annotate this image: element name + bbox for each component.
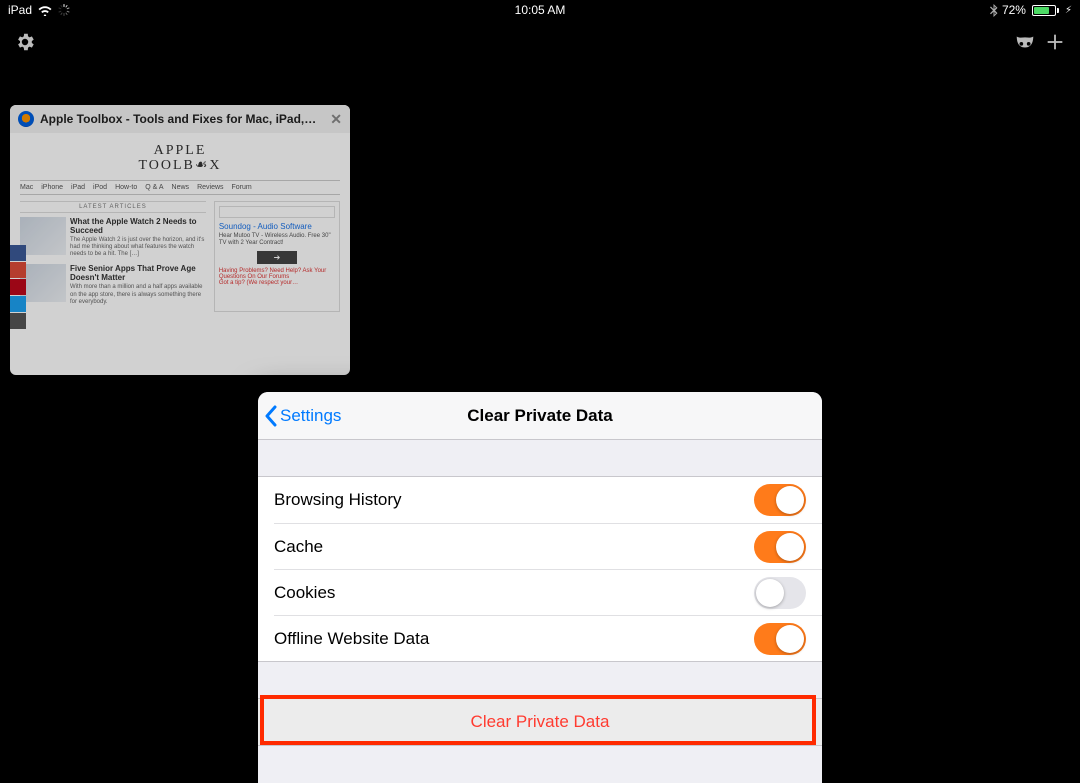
- social-share-strip: [10, 245, 26, 330]
- action-group: Clear Private Data: [258, 698, 822, 746]
- favicon-icon: [18, 111, 34, 127]
- sidebar-ad: Soundog - Audio Software Hear Mutoo TV -…: [214, 201, 340, 312]
- device-label: iPad: [8, 3, 32, 17]
- status-bar: iPad 10:05 AM 72% ⚡︎: [0, 0, 1080, 20]
- tab-header: Apple Toolbox - Tools and Fixes for Mac,…: [10, 105, 350, 133]
- clear-private-data-button[interactable]: Clear Private Data: [258, 699, 822, 745]
- wifi-icon: [38, 5, 52, 16]
- close-tab-button[interactable]: ✕: [330, 111, 342, 128]
- article-item: What the Apple Watch 2 Needs to SucceedT…: [20, 217, 206, 259]
- modal-nav-bar: Settings Clear Private Data: [258, 392, 822, 440]
- bluetooth-icon: [990, 4, 998, 17]
- private-mask-button[interactable]: [1010, 27, 1040, 57]
- latest-heading: LATEST ARTICLES: [20, 201, 206, 213]
- settings-gear-button[interactable]: [10, 27, 40, 57]
- back-label: Settings: [280, 406, 341, 426]
- toggle-offline-data[interactable]: [754, 623, 806, 655]
- battery-icon: [1030, 5, 1059, 16]
- tab-thumbnail[interactable]: Apple Toolbox - Tools and Fixes for Mac,…: [10, 105, 350, 375]
- new-tab-button[interactable]: [1040, 27, 1070, 57]
- row-offline-data: Offline Website Data: [274, 615, 822, 661]
- tab-title: Apple Toolbox - Tools and Fixes for Mac,…: [40, 112, 324, 126]
- clear-private-data-modal: Settings Clear Private Data Browsing His…: [258, 392, 822, 783]
- toggle-cookies[interactable]: [754, 577, 806, 609]
- tab-preview: APPLE TOOLB☙X MaciPhoneiPadiPodHow-toQ &…: [10, 133, 350, 318]
- browser-toolbar: [0, 24, 1080, 60]
- charging-icon: ⚡︎: [1065, 5, 1072, 16]
- row-cache: Cache: [274, 523, 822, 569]
- modal-title: Clear Private Data: [467, 406, 613, 426]
- toggle-browsing-history[interactable]: [754, 484, 806, 516]
- site-logo-line2: TOOLB☙X: [20, 158, 340, 173]
- toggle-cache[interactable]: [754, 531, 806, 563]
- row-label: Browsing History: [274, 490, 754, 510]
- site-nav: MaciPhoneiPadiPodHow-toQ & ANewsReviewsF…: [20, 180, 340, 195]
- row-label: Cookies: [274, 583, 754, 603]
- toggle-group: Browsing History Cache Cookies Offline W…: [258, 476, 822, 662]
- loading-spinner-icon: [58, 4, 70, 16]
- clock: 10:05 AM: [515, 3, 566, 17]
- back-button[interactable]: Settings: [258, 405, 341, 427]
- article-item: Five Senior Apps That Prove Age Doesn't …: [20, 264, 206, 306]
- row-browsing-history: Browsing History: [258, 477, 822, 523]
- row-cookies: Cookies: [274, 569, 822, 615]
- site-logo-line1: APPLE: [20, 143, 340, 158]
- row-label: Cache: [274, 537, 754, 557]
- battery-percent: 72%: [1002, 3, 1026, 17]
- row-label: Offline Website Data: [274, 629, 754, 649]
